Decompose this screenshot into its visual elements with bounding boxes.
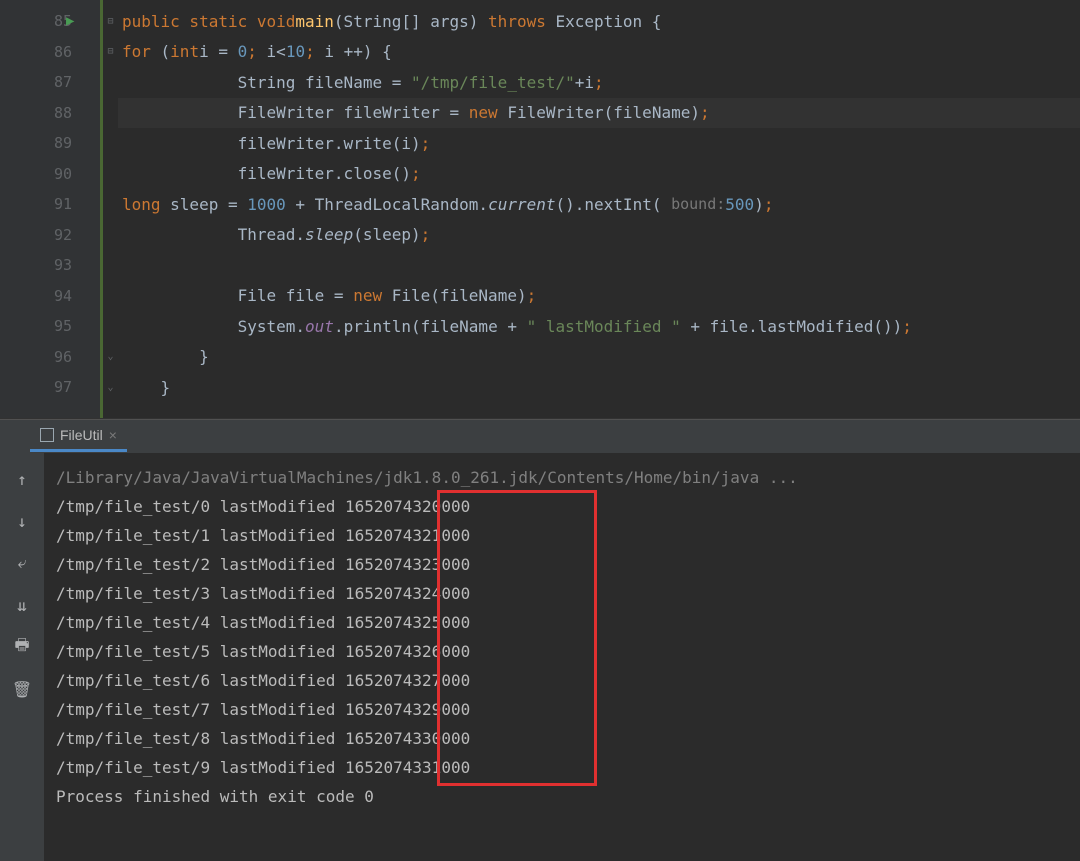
line-number[interactable]: 96 xyxy=(0,342,100,373)
fold-marker[interactable] xyxy=(103,98,118,129)
run-tabs-bar: FileUtil × xyxy=(0,419,1080,453)
run-tab-fileutil[interactable]: FileUtil × xyxy=(30,422,127,452)
fold-marker[interactable] xyxy=(103,128,118,159)
fold-marker[interactable] xyxy=(103,159,118,190)
run-gutter-icon[interactable]: ▶ xyxy=(66,13,74,29)
code-line[interactable]: for (int i = 0; i<10; i ++) { xyxy=(118,37,1080,68)
line-number[interactable]: 88 xyxy=(0,98,100,129)
fold-marker[interactable] xyxy=(103,281,118,312)
code-line[interactable]: Thread.sleep(sleep); xyxy=(118,220,1080,251)
fold-marker[interactable]: ⊟ xyxy=(103,6,118,37)
console-output-line: /tmp/file_test/8 lastModified 1652074330… xyxy=(56,724,1068,753)
line-number[interactable]: 92 xyxy=(0,220,100,251)
console-output-line: /tmp/file_test/6 lastModified 1652074327… xyxy=(56,666,1068,695)
print-icon[interactable]: 🖶 xyxy=(10,635,34,659)
console-toolbar: ↑ ↓ ⤶ ⇊ 🖶 🗑 xyxy=(0,453,44,861)
code-line[interactable]: long sleep = 1000 + ThreadLocalRandom.cu… xyxy=(118,189,1080,220)
console-output[interactable]: /Library/Java/JavaVirtualMachines/jdk1.8… xyxy=(44,453,1080,861)
trash-icon[interactable]: 🗑 xyxy=(10,677,34,701)
fold-gutter: ⊟⊟ ⌄⌄ xyxy=(100,0,118,418)
console-output-line: /tmp/file_test/7 lastModified 1652074329… xyxy=(56,695,1068,724)
fold-marker[interactable] xyxy=(103,311,118,342)
line-number[interactable]: 86 xyxy=(0,37,100,68)
run-tab-label: FileUtil xyxy=(60,427,103,443)
line-number-gutter: 85▶868788899091929394959697 xyxy=(0,0,100,418)
line-number[interactable]: 94 xyxy=(0,281,100,312)
process-exit-line: Process finished with exit code 0 xyxy=(56,782,1068,811)
code-line[interactable]: fileWriter.close(); xyxy=(118,159,1080,190)
console-output-line: /tmp/file_test/9 lastModified 1652074331… xyxy=(56,753,1068,782)
code-line[interactable]: File file = new File(fileName); xyxy=(118,281,1080,312)
line-number[interactable]: 95 xyxy=(0,311,100,342)
close-icon[interactable]: × xyxy=(109,427,117,443)
fold-marker[interactable]: ⌄ xyxy=(103,342,118,373)
code-line[interactable]: fileWriter.write(i); xyxy=(118,128,1080,159)
code-editor[interactable]: 85▶868788899091929394959697 ⊟⊟ ⌄⌄ public … xyxy=(0,0,1080,418)
line-number[interactable]: 87 xyxy=(0,67,100,98)
java-command-line: /Library/Java/JavaVirtualMachines/jdk1.8… xyxy=(56,463,1068,492)
soft-wrap-icon[interactable]: ⤶ xyxy=(10,551,34,575)
fold-marker[interactable] xyxy=(103,67,118,98)
code-line[interactable]: } xyxy=(118,372,1080,403)
down-stack-icon[interactable]: ↓ xyxy=(10,509,34,533)
line-number[interactable]: 97 xyxy=(0,372,100,403)
console-output-line: /tmp/file_test/2 lastModified 1652074323… xyxy=(56,550,1068,579)
run-config-icon xyxy=(40,428,54,442)
fold-marker[interactable]: ⊟ xyxy=(103,37,118,68)
code-line[interactable]: } xyxy=(118,342,1080,373)
console-output-line: /tmp/file_test/3 lastModified 1652074324… xyxy=(56,579,1068,608)
line-number[interactable]: 85▶ xyxy=(0,6,100,37)
line-number[interactable]: 90 xyxy=(0,159,100,190)
line-number[interactable]: 89 xyxy=(0,128,100,159)
code-content[interactable]: public static void main(String[] args) t… xyxy=(118,0,1080,418)
run-tool-window: FileUtil × ↑ ↓ ⤶ ⇊ 🖶 🗑 /Library/Java/Jav… xyxy=(0,418,1080,861)
up-stack-icon[interactable]: ↑ xyxy=(10,467,34,491)
code-line[interactable]: public static void main(String[] args) t… xyxy=(118,6,1080,37)
console-output-line: /tmp/file_test/1 lastModified 1652074321… xyxy=(56,521,1068,550)
console-output-line: /tmp/file_test/5 lastModified 1652074326… xyxy=(56,637,1068,666)
fold-marker[interactable] xyxy=(103,189,118,220)
code-line[interactable]: String fileName = "/tmp/file_test/"+i; xyxy=(118,67,1080,98)
console-output-line: /tmp/file_test/0 lastModified 1652074320… xyxy=(56,492,1068,521)
fold-marker[interactable]: ⌄ xyxy=(103,372,118,403)
scroll-to-end-icon[interactable]: ⇊ xyxy=(10,593,34,617)
line-number[interactable]: 93 xyxy=(0,250,100,281)
code-line[interactable]: System.out.println(fileName + " lastModi… xyxy=(118,311,1080,342)
fold-marker[interactable] xyxy=(103,250,118,281)
console-output-line: /tmp/file_test/4 lastModified 1652074325… xyxy=(56,608,1068,637)
code-line[interactable]: FileWriter fileWriter = new FileWriter(f… xyxy=(118,98,1080,129)
code-line[interactable] xyxy=(118,250,1080,281)
line-number[interactable]: 91 xyxy=(0,189,100,220)
fold-marker[interactable] xyxy=(103,220,118,251)
